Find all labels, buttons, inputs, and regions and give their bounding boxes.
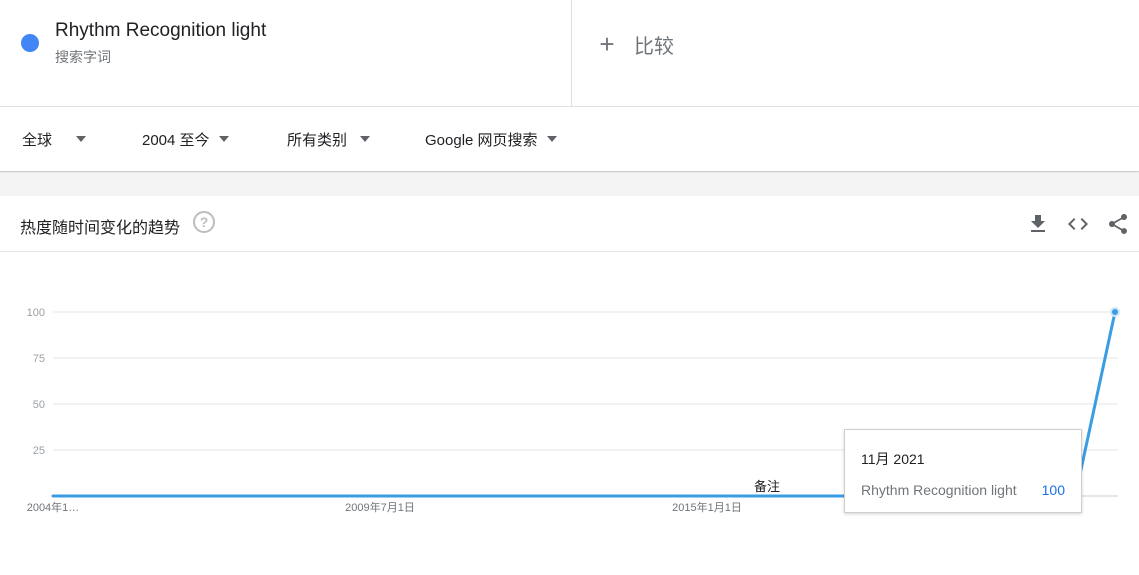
caret-down-icon	[360, 136, 371, 142]
y-tick-label: 75	[33, 353, 45, 365]
term-color-dot	[21, 34, 39, 52]
y-tick-label: 100	[27, 307, 45, 319]
search-type-dropdown-label: Google 网页搜索	[425, 131, 538, 149]
widget-header: 热度随时间变化的趋势 ?	[0, 196, 1139, 252]
x-tick-label: 2015年1月1日	[672, 500, 742, 514]
region-dropdown[interactable]: 全球	[22, 129, 87, 149]
compare-label: 比较	[634, 35, 674, 58]
y-tick-label: 25	[33, 445, 45, 457]
category-dropdown[interactable]: 所有类别	[287, 129, 371, 149]
x-tick-label: 2009年7月1日	[345, 500, 415, 514]
tooltip-date: 11月 2021	[861, 451, 925, 467]
annotation-label: 备注	[754, 479, 780, 494]
search-term-card[interactable]: Rhythm Recognition light 搜索字词	[0, 0, 572, 106]
time-range-dropdown-label: 2004 至今	[142, 131, 210, 149]
embed-icon[interactable]	[1066, 212, 1090, 236]
section-separator	[0, 173, 1139, 196]
compare-button[interactable]: + 比较	[597, 30, 674, 58]
hover-point	[1110, 307, 1120, 317]
x-tick-label: 2004年1…	[27, 500, 80, 514]
download-icon[interactable]	[1026, 212, 1050, 236]
region-dropdown-label: 全球	[22, 131, 53, 149]
help-icon[interactable]: ?	[193, 211, 215, 233]
time-range-dropdown[interactable]: 2004 至今	[142, 129, 229, 149]
search-term-name[interactable]: Rhythm Recognition light	[55, 20, 266, 42]
caret-down-icon	[546, 136, 557, 142]
search-term-type: 搜索字词	[55, 49, 111, 65]
tooltip-term: Rhythm Recognition light	[861, 482, 1017, 498]
chart-tooltip: 11月 2021 Rhythm Recognition light 100	[844, 429, 1082, 513]
interest-line-chart[interactable]: 2550751002004年1…2009年7月1日2015年1月1日2020年7…	[0, 252, 1139, 575]
share-icon[interactable]	[1106, 212, 1130, 236]
y-tick-label: 50	[33, 399, 45, 411]
caret-down-icon	[76, 136, 87, 142]
category-dropdown-label: 所有类别	[287, 131, 348, 149]
search-type-dropdown[interactable]: Google 网页搜索	[425, 129, 557, 149]
interest-over-time-widget: 热度随时间变化的趋势 ? 25 50 75 100 2004年1… 2009年7月1日 20…	[0, 196, 1139, 575]
widget-title: 热度随时间变化的趋势	[20, 220, 181, 237]
filter-bar: 全球 2004 至今 所有类别 Google 网页搜索	[0, 107, 1139, 172]
plus-icon: +	[599, 29, 615, 59]
tooltip-value: 100	[1041, 482, 1065, 498]
caret-down-icon	[218, 136, 229, 142]
term-header: Rhythm Recognition light 搜索字词 + 比较	[0, 0, 1139, 107]
